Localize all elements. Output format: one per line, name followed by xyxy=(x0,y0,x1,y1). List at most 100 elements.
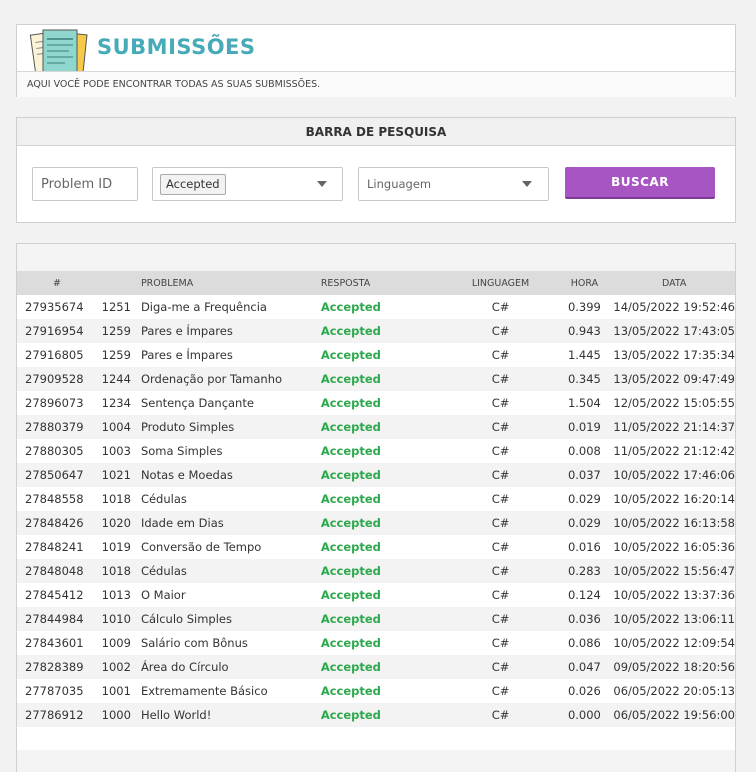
data-cell: 10/05/2022 16:05:36 xyxy=(613,540,735,554)
resposta-status[interactable]: Accepted xyxy=(321,319,446,343)
submission-id[interactable]: 27848241 xyxy=(17,535,97,559)
data-cell: 06/05/2022 19:56:00 xyxy=(613,708,735,722)
resposta-status[interactable]: Accepted xyxy=(321,343,446,367)
problem-number[interactable]: 1259 xyxy=(97,319,141,343)
resposta-status[interactable]: Accepted xyxy=(321,655,446,679)
header-data: DATA xyxy=(661,277,687,289)
submission-id[interactable]: 27848426 xyxy=(17,511,97,535)
header-num xyxy=(97,271,141,295)
problem-number[interactable]: 1251 xyxy=(97,295,141,319)
resposta-status[interactable]: Accepted xyxy=(321,391,446,415)
table-header-row: # PROBLEMA RESPOSTA LINGUAGEM HORA DATA xyxy=(17,271,735,295)
problem-name[interactable]: Extremamente Básico xyxy=(141,679,321,703)
submission-id[interactable]: 27848558 xyxy=(17,487,97,511)
table-row: 27848558 1018 Cédulas Accepted C# 0.029 10/05/… xyxy=(17,487,735,511)
problem-name[interactable]: Soma Simples xyxy=(141,439,321,463)
submission-id[interactable]: 27828389 xyxy=(17,655,97,679)
table-row: 27896073 1234 Sentença Dançante Accepted C# 1… xyxy=(17,391,735,415)
problem-number[interactable]: 1234 xyxy=(97,391,141,415)
submission-id[interactable]: 27909528 xyxy=(17,367,97,391)
problem-name[interactable]: Hello World! xyxy=(141,703,321,727)
problem-number[interactable]: 1259 xyxy=(97,343,141,367)
table-row: 27844984 1010 Cálculo Simples Accepted C# 0.0… xyxy=(17,607,735,631)
hora-cell: 0.008 xyxy=(567,444,601,458)
data-cell: 11/05/2022 21:14:37 xyxy=(613,420,735,434)
resposta-status[interactable]: Accepted xyxy=(321,415,446,439)
problem-name[interactable]: Idade em Dias xyxy=(141,511,321,535)
problem-name[interactable]: Salário com Bônus xyxy=(141,631,321,655)
problem-name[interactable]: Conversão de Tempo xyxy=(141,535,321,559)
linguagem-cell: C# xyxy=(491,660,510,674)
problem-name[interactable]: Sentença Dançante xyxy=(141,391,321,415)
linguagem-cell: C# xyxy=(491,444,510,458)
header-hora: HORA xyxy=(570,277,599,289)
resposta-select[interactable]: Accepted xyxy=(152,167,343,201)
problem-number[interactable]: 1000 xyxy=(97,703,141,727)
hora-cell: 0.943 xyxy=(567,324,601,338)
resposta-status[interactable]: Accepted xyxy=(321,583,446,607)
submission-id[interactable]: 27850647 xyxy=(17,463,97,487)
resposta-status[interactable]: Accepted xyxy=(321,679,446,703)
data-cell: 06/05/2022 20:05:13 xyxy=(613,684,735,698)
problem-name[interactable]: O Maior xyxy=(141,583,321,607)
buscar-button[interactable]: BUSCAR xyxy=(565,167,715,199)
submission-id[interactable]: 27786912 xyxy=(17,703,97,727)
submission-id[interactable]: 27848048 xyxy=(17,559,97,583)
submission-id[interactable]: 27880379 xyxy=(17,415,97,439)
submission-id[interactable]: 27880305 xyxy=(17,439,97,463)
submission-id[interactable]: 27896073 xyxy=(17,391,97,415)
submission-id[interactable]: 27787035 xyxy=(17,679,97,703)
problem-name[interactable]: Produto Simples xyxy=(141,415,321,439)
data-cell: 13/05/2022 17:43:05 xyxy=(613,324,735,338)
problem-name[interactable]: Cédulas xyxy=(141,559,321,583)
submission-id[interactable]: 27916805 xyxy=(17,343,97,367)
resposta-status[interactable]: Accepted xyxy=(321,607,446,631)
problem-name[interactable]: Diga-me a Frequência xyxy=(141,295,321,319)
resposta-status[interactable]: Accepted xyxy=(321,463,446,487)
resposta-status[interactable]: Accepted xyxy=(321,511,446,535)
problem-number[interactable]: 1018 xyxy=(97,559,141,583)
resposta-selected-tag[interactable]: Accepted xyxy=(160,174,226,195)
problem-number[interactable]: 1013 xyxy=(97,583,141,607)
resposta-status[interactable]: Accepted xyxy=(321,703,446,727)
submission-id[interactable]: 27844984 xyxy=(17,607,97,631)
problem-name[interactable]: Pares e Ímpares xyxy=(141,343,321,367)
problem-number[interactable]: 1009 xyxy=(97,631,141,655)
problem-number[interactable]: 1010 xyxy=(97,607,141,631)
header-resposta: RESPOSTA xyxy=(320,277,371,289)
resposta-status[interactable]: Accepted xyxy=(321,439,446,463)
problem-number[interactable]: 1020 xyxy=(97,511,141,535)
resposta-status[interactable]: Accepted xyxy=(321,559,446,583)
resposta-status[interactable]: Accepted xyxy=(321,367,446,391)
problem-number[interactable]: 1002 xyxy=(97,655,141,679)
resposta-status[interactable]: Accepted xyxy=(321,295,446,319)
problem-name[interactable]: Cédulas xyxy=(141,487,321,511)
hora-cell: 0.399 xyxy=(567,300,601,314)
submission-id[interactable]: 27935674 xyxy=(17,295,97,319)
resposta-status[interactable]: Accepted xyxy=(321,535,446,559)
problem-number[interactable]: 1003 xyxy=(97,439,141,463)
problem-name[interactable]: Pares e Ímpares xyxy=(141,319,321,343)
problem-number[interactable]: 1019 xyxy=(97,535,141,559)
problem-number[interactable]: 1004 xyxy=(97,415,141,439)
problem-number[interactable]: 1001 xyxy=(97,679,141,703)
submission-id[interactable]: 27843601 xyxy=(17,631,97,655)
resposta-status[interactable]: Accepted xyxy=(321,631,446,655)
linguagem-select[interactable]: Linguagem xyxy=(358,167,549,201)
table-row: 27880379 1004 Produto Simples Accepted C# 0.0… xyxy=(17,415,735,439)
problem-name[interactable]: Área do Círculo xyxy=(141,655,321,679)
problem-name[interactable]: Notas e Moedas xyxy=(141,463,321,487)
problem-number[interactable]: 1018 xyxy=(97,487,141,511)
resposta-status[interactable]: Accepted xyxy=(321,487,446,511)
submission-id[interactable]: 27916954 xyxy=(17,319,97,343)
header-panel: SUBMISSÕES AQUI VOCÊ PODE ENCONTRAR TODA… xyxy=(16,24,736,97)
linguagem-cell: C# xyxy=(491,420,510,434)
problem-name[interactable]: Cálculo Simples xyxy=(141,607,321,631)
linguagem-cell: C# xyxy=(491,468,510,482)
problem-id-input[interactable] xyxy=(32,167,138,201)
submission-id[interactable]: 27845412 xyxy=(17,583,97,607)
problem-name[interactable]: Ordenação por Tamanho xyxy=(141,367,321,391)
problem-number[interactable]: 1244 xyxy=(97,367,141,391)
linguagem-cell: C# xyxy=(491,636,510,650)
problem-number[interactable]: 1021 xyxy=(97,463,141,487)
